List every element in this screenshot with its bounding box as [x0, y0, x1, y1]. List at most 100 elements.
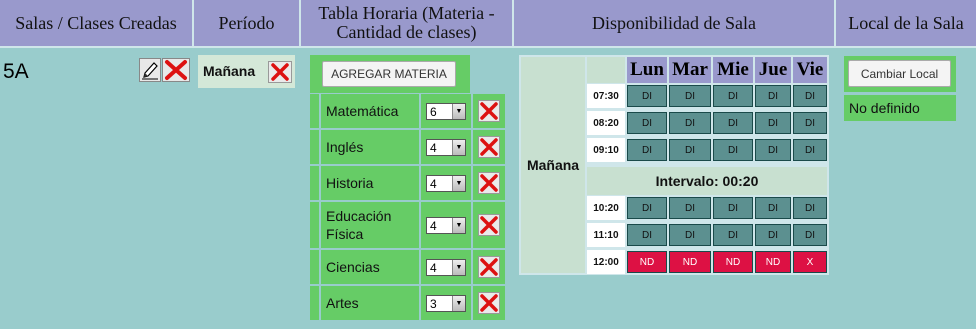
delete-sala-button[interactable]	[162, 58, 190, 82]
availability-slot[interactable]: DI	[755, 197, 791, 219]
select-value: 4	[430, 141, 437, 155]
availability-slot[interactable]: DI	[669, 85, 711, 107]
availability-slot[interactable]: DI	[755, 139, 791, 161]
availability-slot[interactable]: ND	[713, 251, 753, 273]
materia-count-select[interactable]: 4 ▼	[426, 139, 466, 156]
day-header: Mar	[669, 57, 711, 83]
materia-name: Artes	[321, 286, 419, 320]
cambiar-local-button[interactable]: Cambiar Local	[848, 60, 951, 87]
day-header: Lun	[627, 57, 667, 83]
availability-slot[interactable]: DI	[755, 112, 791, 134]
materia-count-select[interactable]: 4 ▼	[426, 175, 466, 192]
time-label: 08:20	[587, 111, 625, 135]
availability-slot[interactable]: DI	[669, 139, 711, 161]
row-gutter	[310, 94, 319, 128]
materia-count-select[interactable]: 4 ▼	[426, 259, 466, 276]
availability-slot[interactable]: DI	[627, 224, 667, 246]
materia-row: Educación Física 4 ▼	[310, 202, 505, 248]
periodo-label: Mañana	[203, 63, 256, 79]
availability-slot[interactable]: DI	[669, 112, 711, 134]
agregar-materia-button[interactable]: AGREGAR MATERIA	[322, 61, 456, 87]
availability-slot[interactable]: DI	[713, 85, 753, 107]
time-label: 12:00	[587, 250, 625, 274]
availability-slot[interactable]: DI	[793, 197, 827, 219]
materia-count-select[interactable]: 3 ▼	[426, 295, 466, 312]
materia-count-cell: 4 ▼	[421, 166, 471, 200]
availability-slot[interactable]: DI	[755, 85, 791, 107]
row-gutter	[310, 166, 319, 200]
materia-delete-cell	[473, 202, 505, 248]
availability-slot[interactable]: DI	[793, 85, 827, 107]
time-label: 09:10	[587, 138, 625, 162]
materia-count-select[interactable]: 6 ▼	[426, 103, 466, 120]
availability-slot[interactable]: DI	[793, 224, 827, 246]
day-header: Vie	[793, 57, 827, 83]
availability-slot[interactable]: DI	[627, 85, 667, 107]
materia-count-select[interactable]: 4 ▼	[426, 217, 466, 234]
add-materia-cell: AGREGAR MATERIA	[310, 55, 470, 93]
availability-slot[interactable]: ND	[755, 251, 791, 273]
periodo-cell: Mañana	[198, 55, 295, 88]
materia-name: Historia	[321, 166, 419, 200]
availability-slot[interactable]: X	[793, 251, 827, 273]
materia-name: Inglés	[321, 130, 419, 164]
availability-slot[interactable]: ND	[669, 251, 711, 273]
chevron-down-icon: ▼	[452, 104, 465, 119]
chevron-down-icon: ▼	[452, 218, 465, 233]
select-value: 4	[430, 177, 437, 191]
materia-count-cell: 4 ▼	[421, 130, 471, 164]
select-value: 6	[430, 105, 437, 119]
red-x-icon	[165, 60, 187, 80]
availability-slot[interactable]: DI	[669, 197, 711, 219]
availability-slot[interactable]: DI	[793, 139, 827, 161]
availability-slot[interactable]: DI	[713, 139, 753, 161]
row-gutter	[310, 286, 319, 320]
materia-delete-cell	[473, 166, 505, 200]
edit-sala-button[interactable]	[139, 58, 161, 82]
availability-slot[interactable]: DI	[713, 112, 753, 134]
availability-slot[interactable]: DI	[627, 112, 667, 134]
chevron-down-icon: ▼	[452, 296, 465, 311]
availability-slot[interactable]: DI	[793, 112, 827, 134]
availability-slot[interactable]: DI	[669, 224, 711, 246]
chevron-down-icon: ▼	[452, 260, 465, 275]
time-label: 07:30	[587, 84, 625, 108]
header-periodo: Período	[194, 0, 301, 46]
materia-name: Ciencias	[321, 250, 419, 284]
chevron-down-icon: ▼	[452, 140, 465, 155]
delete-materia-icon[interactable]	[478, 172, 500, 194]
availability-slot[interactable]: ND	[627, 251, 667, 273]
materia-count-cell: 3 ▼	[421, 286, 471, 320]
availability-slot[interactable]: DI	[627, 197, 667, 219]
availability-slot[interactable]: DI	[627, 139, 667, 161]
materia-row: Artes 3 ▼	[310, 286, 505, 320]
time-label: 10:20	[587, 196, 625, 220]
availability-slot[interactable]: DI	[713, 197, 753, 219]
delete-periodo-icon[interactable]	[268, 61, 292, 83]
materia-row: Historia 4 ▼	[310, 166, 505, 200]
materia-delete-cell	[473, 130, 505, 164]
delete-materia-icon[interactable]	[478, 136, 500, 158]
sala-name: 5A	[3, 60, 29, 83]
day-header: Mie	[713, 57, 753, 83]
select-value: 4	[430, 261, 437, 275]
row-gutter	[310, 250, 319, 284]
select-value: 3	[430, 297, 437, 311]
delete-materia-icon[interactable]	[478, 256, 500, 278]
materia-name: Educación Física	[321, 202, 419, 248]
delete-materia-icon[interactable]	[478, 214, 500, 236]
header-local: Local de la Sala	[836, 0, 976, 46]
delete-materia-icon[interactable]	[478, 100, 500, 122]
materia-count-cell: 4 ▼	[421, 202, 471, 248]
materia-row: Inglés 4 ▼	[310, 130, 505, 164]
interval-label: Intervalo: 00:20	[587, 167, 827, 195]
availability-grid: Mañana Lun Mar Mie Jue Vie Intervalo: 00…	[519, 55, 829, 275]
local-button-cell: Cambiar Local	[844, 56, 956, 92]
delete-materia-icon[interactable]	[478, 292, 500, 314]
availability-slot[interactable]: DI	[713, 224, 753, 246]
materia-row: Matemática 6 ▼	[310, 94, 505, 128]
availability-slot[interactable]: DI	[755, 224, 791, 246]
time-label: 11:10	[587, 223, 625, 247]
materia-row: Ciencias 4 ▼	[310, 250, 505, 284]
grid-corner	[587, 57, 625, 83]
